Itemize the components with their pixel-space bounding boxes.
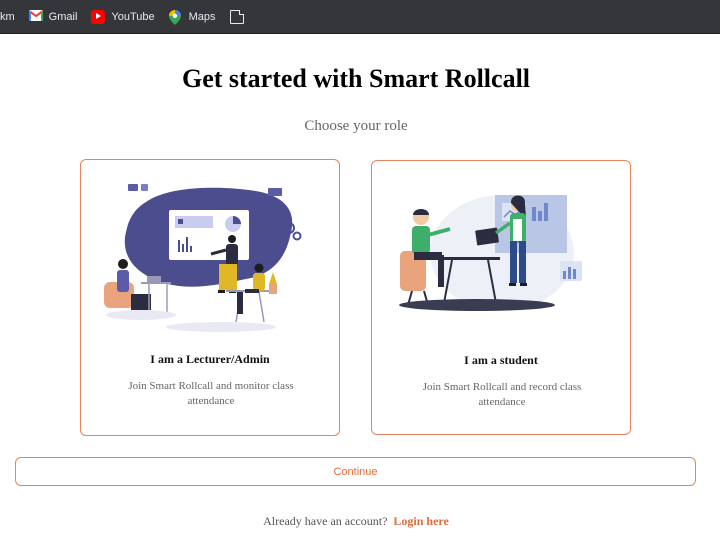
maps-icon [168, 9, 183, 25]
role-label: I am a Lecturer/Admin [150, 352, 270, 366]
bookmarks-bar: km Gmail YouTube Maps [0, 0, 720, 34]
login-prompt-text: Already have an account? [263, 514, 388, 528]
page-subtitle: Choose your role [304, 118, 408, 134]
youtube-icon [91, 9, 106, 24]
bookmark-km[interactable]: km [0, 5, 22, 29]
bookmark-label: Gmail [48, 10, 78, 23]
students-laptop-illustration [399, 195, 582, 311]
continue-button[interactable]: Continue [15, 457, 696, 486]
bookmark-document[interactable] [223, 5, 257, 29]
role-description: Join Smart Rollcall and record class att… [422, 381, 582, 408]
lecturer-presentation-illustration [104, 184, 302, 332]
gmail-icon [28, 9, 44, 24]
bookmark-label: km [0, 10, 15, 23]
document-icon [229, 9, 244, 24]
page-title: Get started with Smart Rollcall [181, 64, 531, 93]
bookmark-maps[interactable]: Maps [162, 5, 223, 29]
login-prompt: Already have an account? Login here [0, 514, 712, 529]
bookmark-label: Maps [188, 10, 216, 23]
bookmark-label: YouTube [111, 10, 155, 23]
bookmark-gmail[interactable]: Gmail [22, 5, 85, 29]
role-card-lecturer[interactable]: I am a Lecturer/Admin Join Smart Rollcal… [80, 159, 340, 436]
role-label: I am a student [464, 353, 538, 367]
role-card-student[interactable]: I am a student Join Smart Rollcall and r… [371, 160, 631, 435]
login-link[interactable]: Login here [393, 514, 448, 528]
bookmark-youtube[interactable]: YouTube [84, 5, 161, 29]
role-description: Join Smart Rollcall and monitor class at… [128, 380, 294, 407]
